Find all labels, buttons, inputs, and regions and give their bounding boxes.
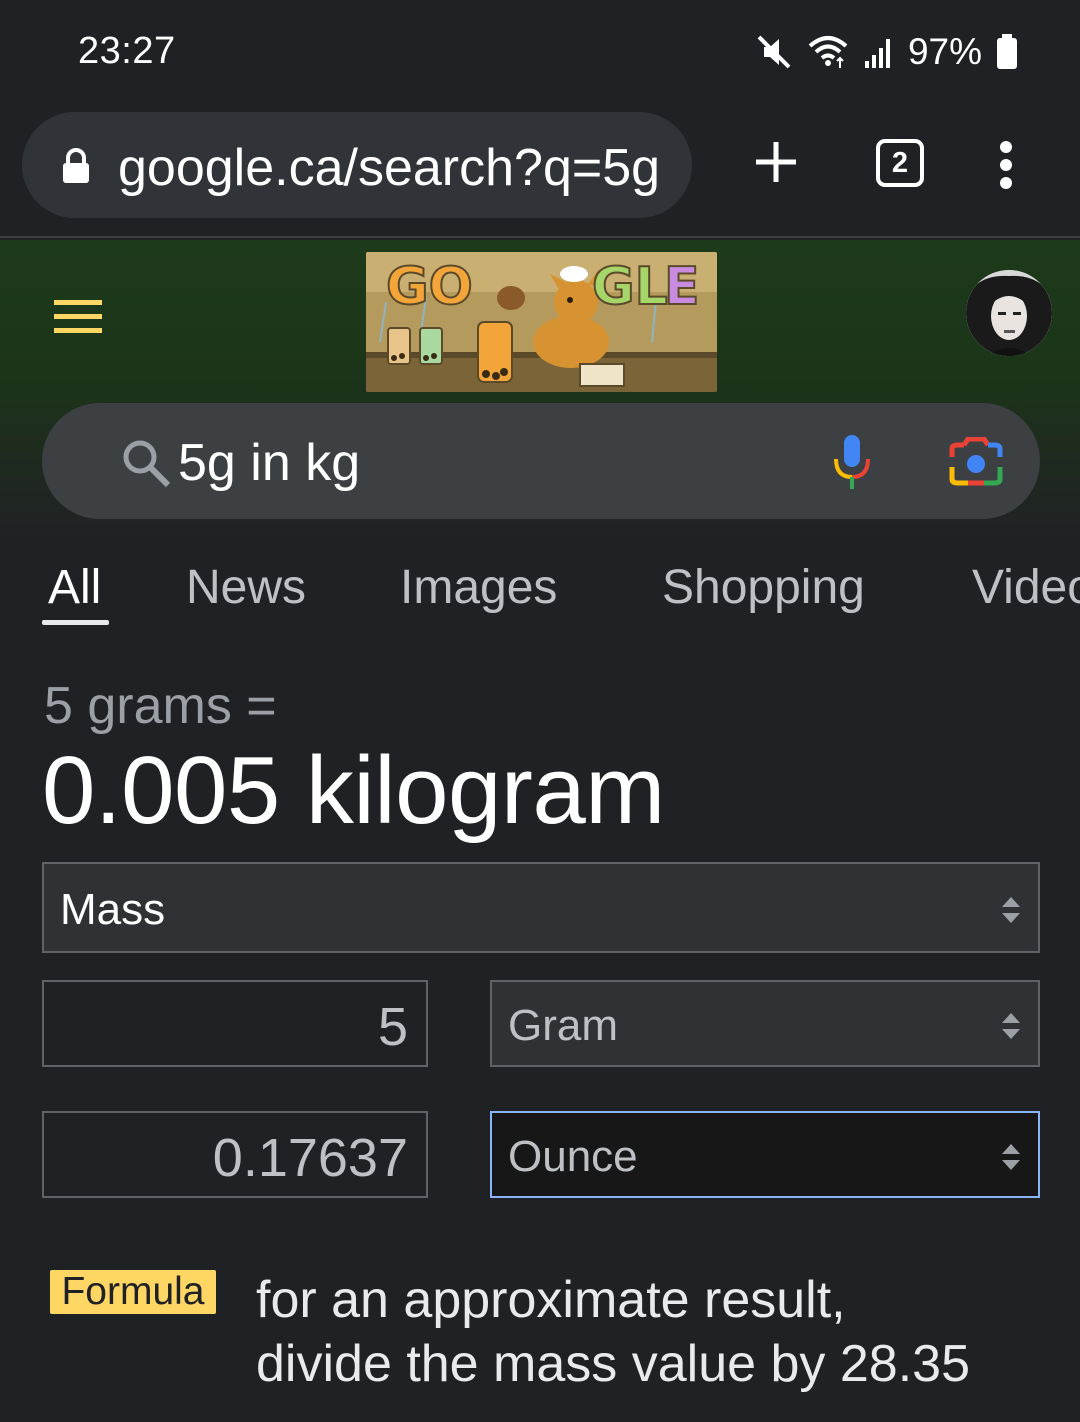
from-value: 5 [377,997,408,1057]
formula-badge: Formula [50,1270,216,1314]
address-bar[interactable]: google.ca/search?q=5g [22,112,692,218]
account-avatar[interactable] [966,270,1052,356]
select-arrows-icon [1000,894,1022,931]
battery-icon [996,34,1018,70]
tab-videos[interactable]: Videos [972,560,1080,615]
from-unit-value: Gram [508,1001,618,1050]
url-text[interactable]: google.ca/search?q=5g [118,138,678,198]
menu-icon[interactable] [54,300,102,339]
svg-text:E: E [664,257,700,317]
google-header: GO GL E 5g in kg [0,240,1080,560]
google-doodle[interactable]: GO GL E [366,252,717,392]
new-tab-icon[interactable] [752,138,800,191]
voice-search-icon[interactable] [832,435,872,496]
tab-active-indicator [42,620,109,625]
conversion-result: 0.005 kilogram [42,737,665,844]
tab-switcher-button[interactable]: 2 [876,139,924,187]
select-arrows-icon [1000,1010,1022,1047]
battery-percent: 97% [907,31,982,72]
status-time: 23:27 [78,30,176,72]
to-unit-select[interactable]: Ounce [490,1111,1040,1198]
wifi-icon [806,34,850,70]
to-unit-value: Ounce [508,1132,638,1181]
more-menu-icon[interactable] [994,140,1018,195]
search-icon[interactable] [120,437,172,494]
category-select-value: Mass [60,885,166,934]
tab-shopping[interactable]: Shopping [662,560,865,615]
signal-icon [864,35,894,69]
tab-images[interactable]: Images [400,560,557,615]
lock-icon[interactable] [60,148,92,189]
google-lens-icon[interactable] [948,436,1004,492]
from-value-input[interactable]: 5 [42,980,428,1067]
category-select[interactable]: Mass [42,862,1040,953]
tab-news[interactable]: News [186,560,306,615]
formula-line-2: divide the mass value by 28.35 [256,1335,970,1393]
browser-toolbar: google.ca/search?q=5g 2 [0,104,1080,238]
status-bar: 23:27 97% [0,0,1080,104]
from-unit-select[interactable]: Gram [490,980,1040,1067]
select-arrows-icon [1000,1141,1022,1178]
status-icons: 97% [756,28,1018,76]
svg-text:GL: GL [592,257,668,317]
to-value: 0.17637 [212,1128,408,1188]
to-value-input[interactable]: 0.17637 [42,1111,428,1198]
search-tabs: All News Images Shopping Videos [0,552,1080,632]
search-query[interactable]: 5g in kg [178,433,360,493]
page: 23:27 97% google.ca/search?q=5g 2 GO GL … [0,0,1080,1422]
mute-icon [756,33,792,71]
formula-text: for an approximate result, divide the ma… [256,1268,1046,1396]
search-box[interactable]: 5g in kg [42,403,1040,519]
formula-line-1: for an approximate result, [256,1271,846,1329]
tab-all[interactable]: All [48,560,101,615]
conversion-input-label: 5 grams = [44,677,277,735]
svg-text:GO: GO [386,257,473,317]
